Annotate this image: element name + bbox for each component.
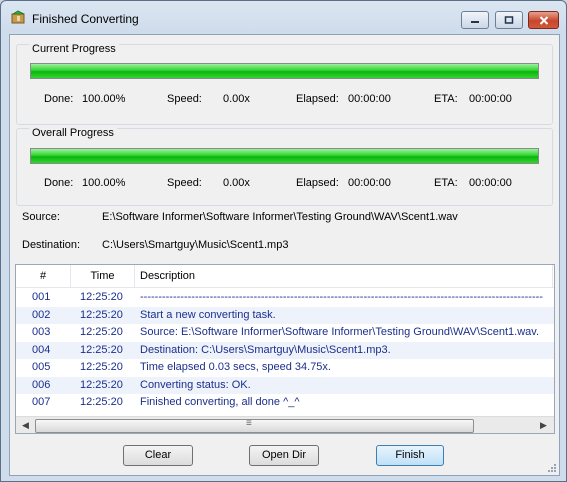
scroll-grip-icon: ≡ [246, 418, 252, 429]
scroll-left-icon[interactable]: ◀ [18, 418, 33, 433]
column-header-description[interactable]: Description [135, 265, 553, 287]
log-row-description: Finished converting, all done ^_^ [140, 396, 300, 408]
overall-speed-value: 0.00x [223, 177, 250, 189]
finish-button[interactable]: Finish [376, 445, 444, 466]
log-row-description: Converting status: OK. [140, 378, 251, 391]
minimize-button[interactable] [461, 11, 489, 29]
current-done-label: Done: [44, 93, 74, 105]
log-row-number: 006 [32, 378, 51, 391]
log-row-time: 12:25:20 [80, 378, 123, 391]
app-window: Finished Converting Current Progress Don… [0, 0, 567, 482]
open-dir-button[interactable]: Open Dir [249, 445, 319, 466]
log-row-number: 004 [32, 343, 51, 356]
log-row-time: 12:25:20 [80, 396, 123, 408]
close-button[interactable] [528, 11, 559, 29]
log-row-number: 005 [32, 361, 51, 373]
current-eta-value: 00:00:00 [469, 93, 512, 105]
clear-button[interactable]: Clear [123, 445, 193, 466]
overall-elapsed-value: 00:00:00 [348, 177, 391, 189]
log-row[interactable]: 007 12:25:20 Finished converting, all done… [16, 394, 554, 411]
log-row-time: 12:25:20 [80, 308, 123, 321]
log-row-time: 12:25:20 [80, 343, 123, 356]
overall-done-label: Done: [44, 177, 74, 189]
scroll-thumb[interactable]: ≡ [35, 418, 474, 433]
overall-progress-fill [31, 149, 538, 163]
log-list[interactable]: # Time Description 001 12:25:20 ----------… [15, 264, 555, 434]
overall-progress-bar [30, 148, 539, 164]
window-title: Finished Converting [32, 12, 139, 26]
log-row-description: ----------------------------------------… [140, 291, 543, 303]
current-speed-value: 0.00x [223, 93, 250, 105]
maximize-button[interactable] [495, 11, 523, 29]
current-elapsed-label: Elapsed: [296, 93, 339, 105]
source-path: E:\Software Informer\Software Informer\T… [102, 211, 458, 223]
app-icon [11, 10, 25, 24]
close-icon [539, 15, 548, 25]
overall-elapsed-label: Elapsed: [296, 177, 339, 189]
log-row[interactable]: 006 12:25:20 Converting status: OK. [16, 376, 554, 394]
dialog-body: Current Progress Done: 100.00% Speed: 0.… [9, 34, 560, 476]
scroll-right-icon[interactable]: ▶ [536, 418, 551, 433]
current-speed-label: Speed: [167, 93, 202, 105]
overall-progress-group: Overall Progress Done: 100.00% Speed: 0.… [16, 127, 553, 206]
log-row[interactable]: 003 12:25:20 Source: E:\Software Informer\… [16, 324, 554, 341]
log-row-description: Destination: C:\Users\Smartguy\Music\Sce… [140, 343, 391, 356]
log-row[interactable]: 002 12:25:20 Start a new converting task. [16, 306, 554, 324]
resize-grip-icon[interactable] [547, 463, 557, 473]
overall-done-value: 100.00% [82, 177, 126, 189]
maximize-icon [504, 16, 514, 24]
current-progress-fill [31, 64, 538, 78]
column-header-number[interactable]: # [16, 265, 71, 287]
destination-path: C:\Users\Smartguy\Music\Scent1.mp3 [102, 239, 289, 251]
current-progress-title: Current Progress [29, 43, 119, 55]
log-row-number: 003 [32, 326, 51, 338]
overall-eta-value: 00:00:00 [469, 177, 512, 189]
current-eta-label: ETA: [434, 93, 458, 105]
log-row-time: 12:25:20 [80, 361, 123, 373]
log-row-description: Start a new converting task. [140, 308, 276, 321]
log-row[interactable]: 001 12:25:20 -----------------------------… [16, 289, 554, 306]
current-done-value: 100.00% [82, 93, 126, 105]
current-elapsed-value: 00:00:00 [348, 93, 391, 105]
horizontal-scrollbar[interactable]: ◀ ≡ ▶ [16, 416, 554, 433]
log-header: # Time Description [16, 265, 554, 288]
overall-eta-label: ETA: [434, 177, 458, 189]
source-label: Source: [22, 211, 60, 223]
title-bar[interactable]: Finished Converting [1, 1, 566, 35]
log-row[interactable]: 005 12:25:20 Time elapsed 0.03 secs, speed… [16, 359, 554, 376]
log-row-number: 001 [32, 291, 51, 303]
minimize-icon [471, 21, 479, 23]
log-row-time: 12:25:20 [80, 326, 123, 338]
log-row-description: Time elapsed 0.03 secs, speed 34.75x. [140, 361, 331, 373]
log-row-number: 007 [32, 396, 51, 408]
log-row[interactable]: 004 12:25:20 Destination: C:\Users\Smartgu… [16, 341, 554, 359]
current-progress-bar [30, 63, 539, 79]
log-row-description: Source: E:\Software Informer\Software In… [140, 326, 540, 338]
log-row-number: 002 [32, 308, 51, 321]
destination-label: Destination: [22, 239, 81, 251]
current-progress-group: Current Progress Done: 100.00% Speed: 0.… [16, 43, 553, 125]
overall-progress-title: Overall Progress [29, 127, 117, 139]
log-row-time: 12:25:20 [80, 291, 123, 303]
overall-speed-label: Speed: [167, 177, 202, 189]
column-header-time[interactable]: Time [71, 265, 135, 287]
